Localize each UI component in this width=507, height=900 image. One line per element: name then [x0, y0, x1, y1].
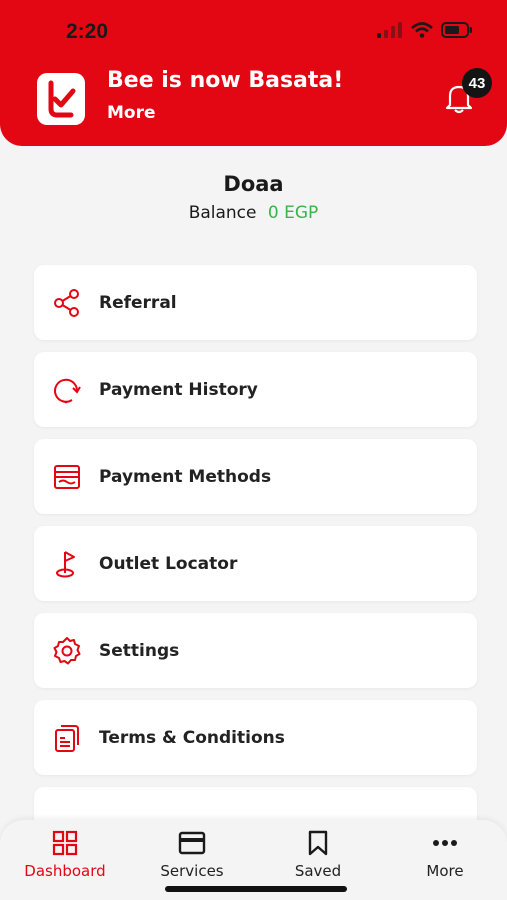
- menu-item-label: Payment History: [99, 379, 258, 400]
- user-name: Doaa: [223, 172, 284, 196]
- menu-item-label: Payment Methods: [99, 466, 272, 487]
- home-indicator: [165, 886, 347, 892]
- app-header: 2:20 Bee is now Basata! More 43: [0, 0, 507, 146]
- tab-label: Dashboard: [24, 862, 106, 880]
- grid-icon: [10, 828, 120, 858]
- balance-label: Balance: [188, 203, 257, 223]
- tab-more[interactable]: More: [390, 828, 500, 880]
- menu-item-label: Settings: [99, 640, 180, 661]
- menu-item-payment-methods[interactable]: Payment Methods: [34, 439, 477, 514]
- battery-icon: [441, 22, 472, 38]
- gear-icon: [50, 634, 84, 668]
- menu-item-label: Outlet Locator: [99, 553, 238, 574]
- header-more-link[interactable]: More: [107, 103, 156, 123]
- header-title: Bee is now Basata!: [107, 68, 344, 93]
- notification-badge: 43: [462, 68, 492, 98]
- status-time: 2:20: [66, 20, 109, 43]
- wallet-icon: [50, 460, 84, 494]
- menu-item-label: Terms & Conditions: [99, 727, 285, 748]
- balance-row: Balance 0 EGP: [0, 203, 507, 223]
- bookmark-icon: [263, 828, 373, 858]
- history-icon: [50, 373, 84, 407]
- document-icon: [50, 721, 84, 755]
- tab-dashboard[interactable]: Dashboard: [10, 828, 120, 880]
- wifi-icon: [411, 22, 433, 38]
- menu-item-payment-history[interactable]: Payment History: [34, 352, 477, 427]
- menu-item-label: Referral: [99, 292, 177, 313]
- account-menu: Referral Payment History Payment Methods: [34, 265, 477, 839]
- menu-item-outlet-locator[interactable]: Outlet Locator: [34, 526, 477, 601]
- tab-label: Services: [160, 862, 224, 880]
- menu-item-terms[interactable]: Terms & Conditions: [34, 700, 477, 775]
- tab-saved[interactable]: Saved: [263, 828, 373, 880]
- card-icon: [137, 828, 247, 858]
- tab-label: Saved: [294, 862, 342, 880]
- signal-icon: [377, 22, 402, 38]
- ellipsis-icon: [390, 828, 500, 858]
- basata-logo: [37, 73, 85, 125]
- status-icons: [377, 22, 473, 38]
- menu-item-referral[interactable]: Referral: [34, 265, 477, 340]
- tab-services[interactable]: Services: [137, 828, 247, 880]
- balance-value: 0 EGP: [267, 203, 319, 223]
- share-icon: [50, 286, 84, 320]
- menu-item-settings[interactable]: Settings: [34, 613, 477, 688]
- location-flag-icon: [50, 547, 84, 581]
- tab-label: More: [426, 862, 464, 880]
